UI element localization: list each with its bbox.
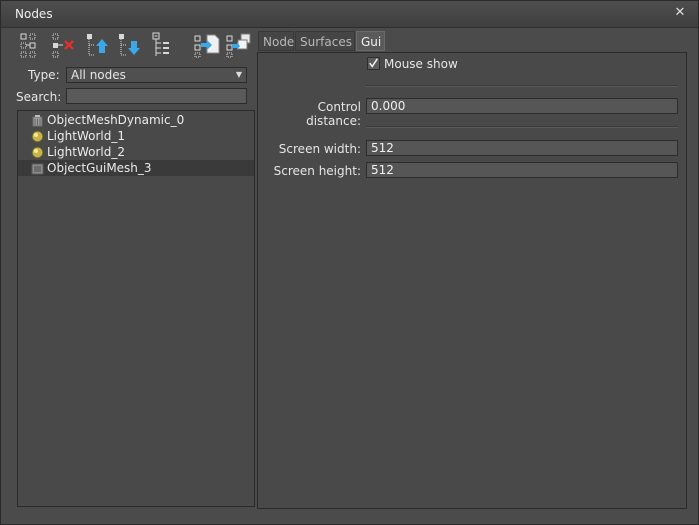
right-pane: Node Surfaces Gui Mouse show Control dis…	[257, 29, 687, 509]
expand-tree-button[interactable]	[149, 31, 177, 59]
remove-node-button[interactable]	[51, 31, 79, 59]
control-distance-label: Control distance:	[306, 100, 361, 128]
move-up-button[interactable]	[85, 31, 113, 59]
search-label: Search:	[16, 90, 62, 104]
gui-mesh-icon	[31, 163, 44, 175]
tree-list-icon	[152, 32, 169, 56]
tree-item-label: ObjectMeshDynamic_0	[47, 113, 185, 127]
move-up-icon	[87, 34, 108, 56]
screen-height-field[interactable]: 512	[366, 162, 678, 178]
screen-height-label: Screen height:	[273, 164, 361, 178]
left-pane: Type: All nodes ▼ Search: ObjectMeshDyna…	[9, 29, 255, 509]
tree-item-light-1[interactable]: LightWorld_1	[18, 128, 254, 144]
tab-node[interactable]: Node	[258, 31, 294, 51]
separator	[366, 126, 678, 128]
gui-panel: Mouse show Control distance: 0.000 Scree…	[257, 52, 687, 509]
control-distance-field[interactable]: 0.000	[366, 98, 678, 114]
screen-width-field[interactable]: 512	[366, 140, 678, 156]
move-down-icon	[119, 34, 140, 56]
node-tree[interactable]: ObjectMeshDynamic_0 LightWorld_1 LightWo…	[17, 110, 255, 507]
mouse-show-label: Mouse show	[384, 57, 458, 71]
tree-item-label: LightWorld_2	[47, 145, 125, 159]
type-select[interactable]: All nodes ▼	[66, 67, 247, 83]
clone-node-button[interactable]	[225, 31, 253, 59]
tree-item-light-2[interactable]: LightWorld_2	[18, 144, 254, 160]
import-node-icon	[194, 34, 220, 58]
light-icon	[31, 130, 44, 143]
nodes-window: Nodes ✕ Type: All nodes ▼ Search: Object…	[0, 0, 699, 525]
tab-surfaces[interactable]: Surfaces	[295, 31, 355, 51]
tree-item-mesh-dynamic[interactable]: ObjectMeshDynamic_0	[18, 112, 254, 128]
window-title: Nodes	[15, 7, 53, 21]
type-label: Type:	[28, 68, 60, 82]
chevron-down-icon: ▼	[235, 70, 242, 79]
mouse-show-checkbox[interactable]	[367, 57, 380, 70]
remove-node-icon	[52, 33, 74, 58]
search-input[interactable]	[66, 88, 247, 104]
type-select-value: All nodes	[71, 68, 126, 82]
separator	[366, 85, 678, 87]
screen-width-label: Screen width:	[278, 142, 361, 156]
checkmark-icon	[369, 58, 378, 68]
add-node-icon	[20, 33, 36, 58]
move-down-button[interactable]	[117, 31, 145, 59]
tab-gui[interactable]: Gui	[356, 31, 385, 51]
tree-item-label: LightWorld_1	[47, 129, 125, 143]
close-icon[interactable]: ✕	[672, 5, 688, 21]
add-node-button[interactable]	[19, 31, 47, 59]
clone-node-icon	[226, 33, 251, 58]
mesh-dynamic-icon	[32, 115, 43, 127]
tree-item-gui-mesh[interactable]: ObjectGuiMesh_3	[18, 160, 254, 176]
import-node-button[interactable]	[193, 31, 221, 59]
light-icon	[31, 146, 44, 159]
title-bar[interactable]: Nodes ✕	[1, 1, 698, 28]
tree-item-label: ObjectGuiMesh_3	[47, 161, 152, 175]
